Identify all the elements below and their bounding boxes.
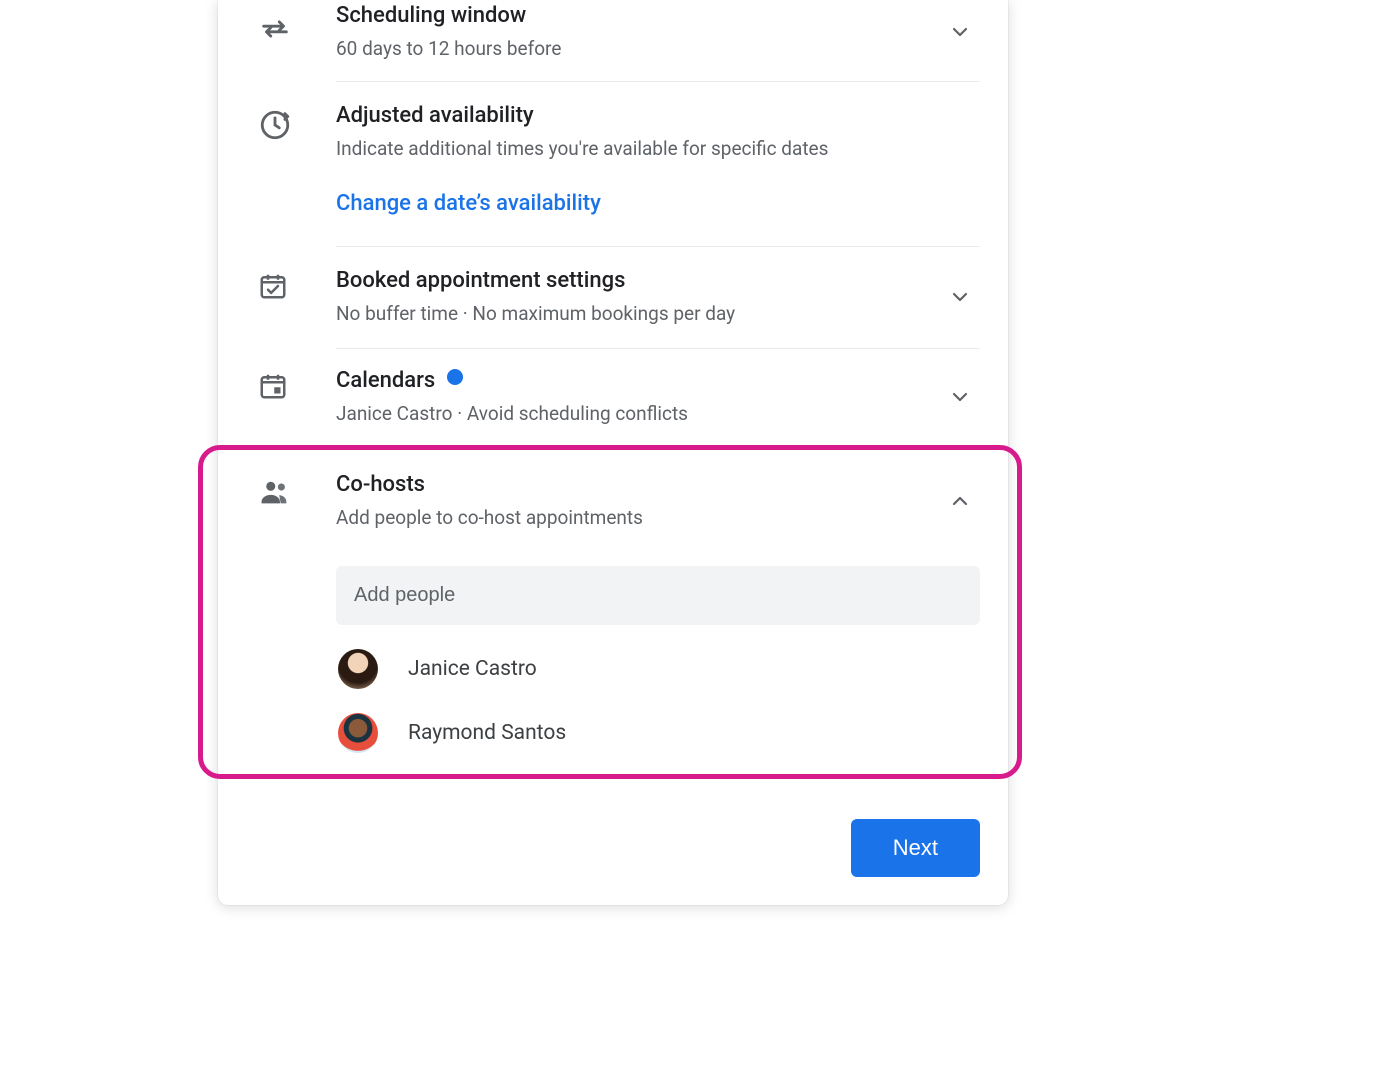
chevron-down-icon[interactable] [940, 267, 980, 309]
person-name: Raymond Santos [408, 721, 566, 745]
status-badge [447, 369, 463, 385]
calendar-today-icon [258, 367, 336, 401]
clock-refresh-icon [258, 102, 336, 142]
adjusted-availability-section: Adjusted availability Indicate additiona… [218, 82, 1008, 246]
co-hosts-subtitle: Add people to co-host appointments [336, 504, 940, 533]
person-name: Janice Castro [408, 657, 537, 681]
co-hosts-title: Co-hosts [336, 471, 940, 500]
booked-appointment-subtitle: No buffer time · No maximum bookings per… [336, 300, 940, 329]
calendars-section[interactable]: Calendars Janice Castro · Avoid scheduli… [218, 349, 1008, 446]
footer: Next [218, 783, 1008, 905]
booked-appointment-title: Booked appointment settings [336, 267, 940, 296]
co-hosts-section[interactable]: Co-hosts Add people to co-host appointme… [218, 447, 1008, 550]
add-people-input-wrap[interactable] [336, 566, 980, 625]
chevron-down-icon[interactable] [940, 2, 980, 44]
add-people-input[interactable] [354, 584, 962, 607]
calendars-subtitle: Janice Castro · Avoid scheduling conflic… [336, 400, 940, 429]
next-button[interactable]: Next [851, 819, 980, 877]
list-item[interactable]: Janice Castro [336, 637, 980, 701]
scheduling-window-subtitle: 60 days to 12 hours before [336, 35, 940, 64]
chevron-down-icon[interactable] [940, 367, 980, 409]
adjusted-availability-title: Adjusted availability [336, 102, 940, 131]
list-item[interactable]: Raymond Santos [336, 701, 980, 783]
avatar [338, 649, 378, 689]
calendars-title: Calendars [336, 368, 435, 393]
booked-appointment-section[interactable]: Booked appointment settings No buffer ti… [218, 247, 1008, 348]
scheduling-window-section[interactable]: Scheduling window 60 days to 12 hours be… [218, 0, 1008, 81]
settings-panel: Scheduling window 60 days to 12 hours be… [218, 0, 1008, 905]
scheduling-window-title: Scheduling window [336, 2, 940, 31]
swap-arrows-icon [258, 2, 336, 46]
avatar [338, 713, 378, 753]
calendar-check-icon [258, 267, 336, 301]
chevron-up-icon[interactable] [940, 471, 980, 513]
adjusted-availability-subtitle: Indicate additional times you're availab… [336, 135, 940, 164]
people-icon [258, 471, 336, 509]
change-date-availability-link[interactable]: Change a date’s availability [336, 191, 601, 216]
